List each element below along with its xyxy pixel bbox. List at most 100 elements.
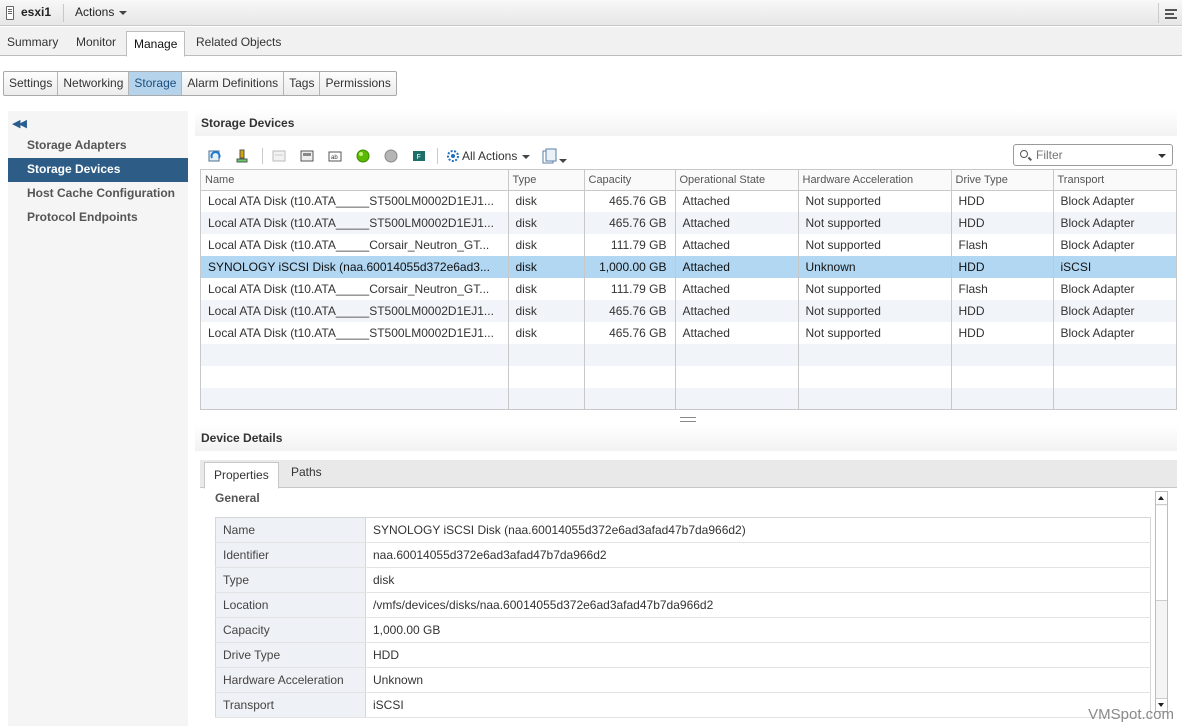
cell-transport: Block Adapter: [1053, 300, 1176, 322]
chevron-down-icon: [559, 158, 567, 163]
cell-transport: Block Adapter: [1053, 190, 1176, 212]
cell-capacity: 465.76 GB: [584, 300, 676, 322]
divider: [437, 148, 438, 164]
details-scrollbar[interactable]: [1155, 491, 1168, 712]
cell-hardware-acceleration: Not supported: [798, 234, 952, 256]
property-value: iSCSI: [365, 692, 1151, 718]
cell-type: disk: [508, 278, 585, 300]
cell-type: disk: [508, 256, 585, 278]
storage-disk-icon[interactable]: [300, 149, 314, 163]
actions-menu[interactable]: Actions: [75, 5, 128, 19]
nav-protocol-endpoints[interactable]: Protocol Endpoints: [8, 206, 188, 230]
empty-row: [201, 388, 1176, 409]
filter-input[interactable]: [1034, 147, 1154, 163]
subtab-storage[interactable]: Storage: [129, 72, 183, 95]
property-value: disk: [365, 567, 1151, 593]
subtab-networking[interactable]: Networking: [58, 72, 130, 95]
export-menu[interactable]: [542, 148, 567, 167]
subtab-tags[interactable]: Tags: [284, 72, 321, 95]
cell-transport: Block Adapter: [1053, 278, 1176, 300]
tab-properties[interactable]: Properties: [204, 462, 279, 489]
tab-manage[interactable]: Manage: [126, 31, 186, 57]
table-row[interactable]: Local ATA Disk (t10.ATA_____ST500LM0002D…: [201, 300, 1176, 322]
cell-drive-type: HDD: [951, 300, 1054, 322]
cell-operational-state: Attached: [675, 278, 799, 300]
mark-flash-icon[interactable]: F: [412, 149, 426, 163]
property-key: Location: [215, 592, 366, 618]
column-header-type[interactable]: Type: [508, 170, 585, 191]
column-header-hardware-acceleration[interactable]: Hardware Acceleration: [798, 170, 952, 191]
host-icon: [6, 6, 14, 20]
table-row[interactable]: Local ATA Disk (t10.ATA_____ST500LM0002D…: [201, 322, 1176, 344]
device-details-tabs: Properties Paths: [200, 460, 1177, 489]
property-value: SYNOLOGY iSCSI Disk (naa.60014055d372e6a…: [365, 517, 1151, 543]
cell-name: Local ATA Disk (t10.ATA_____ST500LM0002D…: [201, 190, 509, 212]
property-row: Drive Type HDD: [215, 642, 1151, 668]
cell-transport: iSCSI: [1053, 256, 1176, 278]
cell-transport: Block Adapter: [1053, 212, 1176, 234]
turn-on-led-icon[interactable]: [356, 149, 370, 163]
column-header-capacity[interactable]: Capacity: [584, 170, 676, 191]
property-key: Hardware Acceleration: [215, 667, 366, 693]
chevron-down-icon[interactable]: [1158, 154, 1166, 158]
property-row: Transport iSCSI: [215, 692, 1151, 718]
cell-name: SYNOLOGY iSCSI Disk (naa.60014055d372e6a…: [201, 256, 509, 278]
table-row[interactable]: Local ATA Disk (t10.ATA_____ST500LM0002D…: [201, 212, 1176, 234]
nav-host-cache-configuration[interactable]: Host Cache Configuration: [8, 182, 188, 206]
cell-hardware-acceleration: Not supported: [798, 212, 952, 234]
property-key: Name: [215, 517, 366, 543]
property-key: Capacity: [215, 617, 366, 643]
cell-hardware-acceleration: Not supported: [798, 300, 952, 322]
turn-off-led-icon[interactable]: [384, 149, 398, 163]
property-row: Name SYNOLOGY iSCSI Disk (naa.60014055d37…: [215, 517, 1151, 543]
general-section-title: General: [215, 491, 260, 505]
property-key: Type: [215, 567, 366, 593]
column-header-drive-type[interactable]: Drive Type: [951, 170, 1054, 191]
table-row-selected[interactable]: SYNOLOGY iSCSI Disk (naa.60014055d372e6a…: [201, 256, 1176, 278]
subtab-settings[interactable]: Settings: [4, 72, 59, 95]
table-row[interactable]: Local ATA Disk (t10.ATA_____Corsair_Neut…: [201, 278, 1176, 300]
subtab-alarm-definitions[interactable]: Alarm Definitions: [182, 72, 285, 95]
tab-paths[interactable]: Paths: [291, 465, 322, 479]
tab-related-objects[interactable]: Related Objects: [196, 35, 281, 49]
tab-monitor[interactable]: Monitor: [76, 35, 116, 49]
scroll-up-icon[interactable]: [1156, 492, 1167, 505]
rename-icon[interactable]: ab: [328, 149, 342, 163]
cell-operational-state: Attached: [675, 322, 799, 344]
svg-text:F: F: [417, 154, 421, 161]
tab-summary[interactable]: Summary: [7, 35, 58, 49]
rescan-storage-icon[interactable]: [208, 149, 222, 163]
storage-devices-table: Name Type Capacity Operational State Har…: [200, 169, 1177, 410]
table-row[interactable]: Local ATA Disk (t10.ATA_____Corsair_Neut…: [201, 234, 1176, 256]
attach-device-icon[interactable]: [235, 149, 249, 163]
property-value: HDD: [365, 642, 1151, 668]
table-header-row: Name Type Capacity Operational State Har…: [201, 170, 1176, 191]
cell-name: Local ATA Disk (t10.ATA_____ST500LM0002D…: [201, 300, 509, 322]
all-actions-menu[interactable]: All Actions: [446, 149, 531, 163]
column-header-transport[interactable]: Transport: [1053, 170, 1176, 191]
property-value: Unknown: [365, 667, 1151, 693]
sub-tabs: Settings Networking Storage Alarm Defini…: [3, 71, 397, 96]
cell-drive-type: Flash: [951, 234, 1054, 256]
nav-storage-devices[interactable]: Storage Devices: [8, 158, 188, 182]
cell-type: disk: [508, 212, 585, 234]
cell-type: disk: [508, 300, 585, 322]
property-key: Identifier: [215, 542, 366, 568]
cell-drive-type: HDD: [951, 212, 1054, 234]
scroll-thumb[interactable]: [1156, 506, 1167, 601]
host-name: esxi1: [21, 5, 52, 19]
column-header-operational-state[interactable]: Operational State: [675, 170, 799, 191]
cell-hardware-acceleration: Not supported: [798, 322, 952, 344]
subtab-permissions[interactable]: Permissions: [320, 72, 395, 95]
table-row[interactable]: Local ATA Disk (t10.ATA_____ST500LM0002D…: [201, 190, 1176, 212]
column-header-name[interactable]: Name: [201, 170, 509, 191]
menu-icon[interactable]: [1158, 3, 1180, 23]
cell-type: disk: [508, 322, 585, 344]
filter-field[interactable]: [1013, 144, 1173, 166]
detach-device-icon[interactable]: [272, 149, 286, 163]
double-chevron-left-icon[interactable]: ◀◀: [12, 117, 27, 130]
pane-splitter-handle[interactable]: [680, 417, 696, 422]
cell-capacity: 465.76 GB: [584, 322, 676, 344]
divider: [63, 4, 64, 22]
nav-storage-adapters[interactable]: Storage Adapters: [8, 134, 188, 158]
